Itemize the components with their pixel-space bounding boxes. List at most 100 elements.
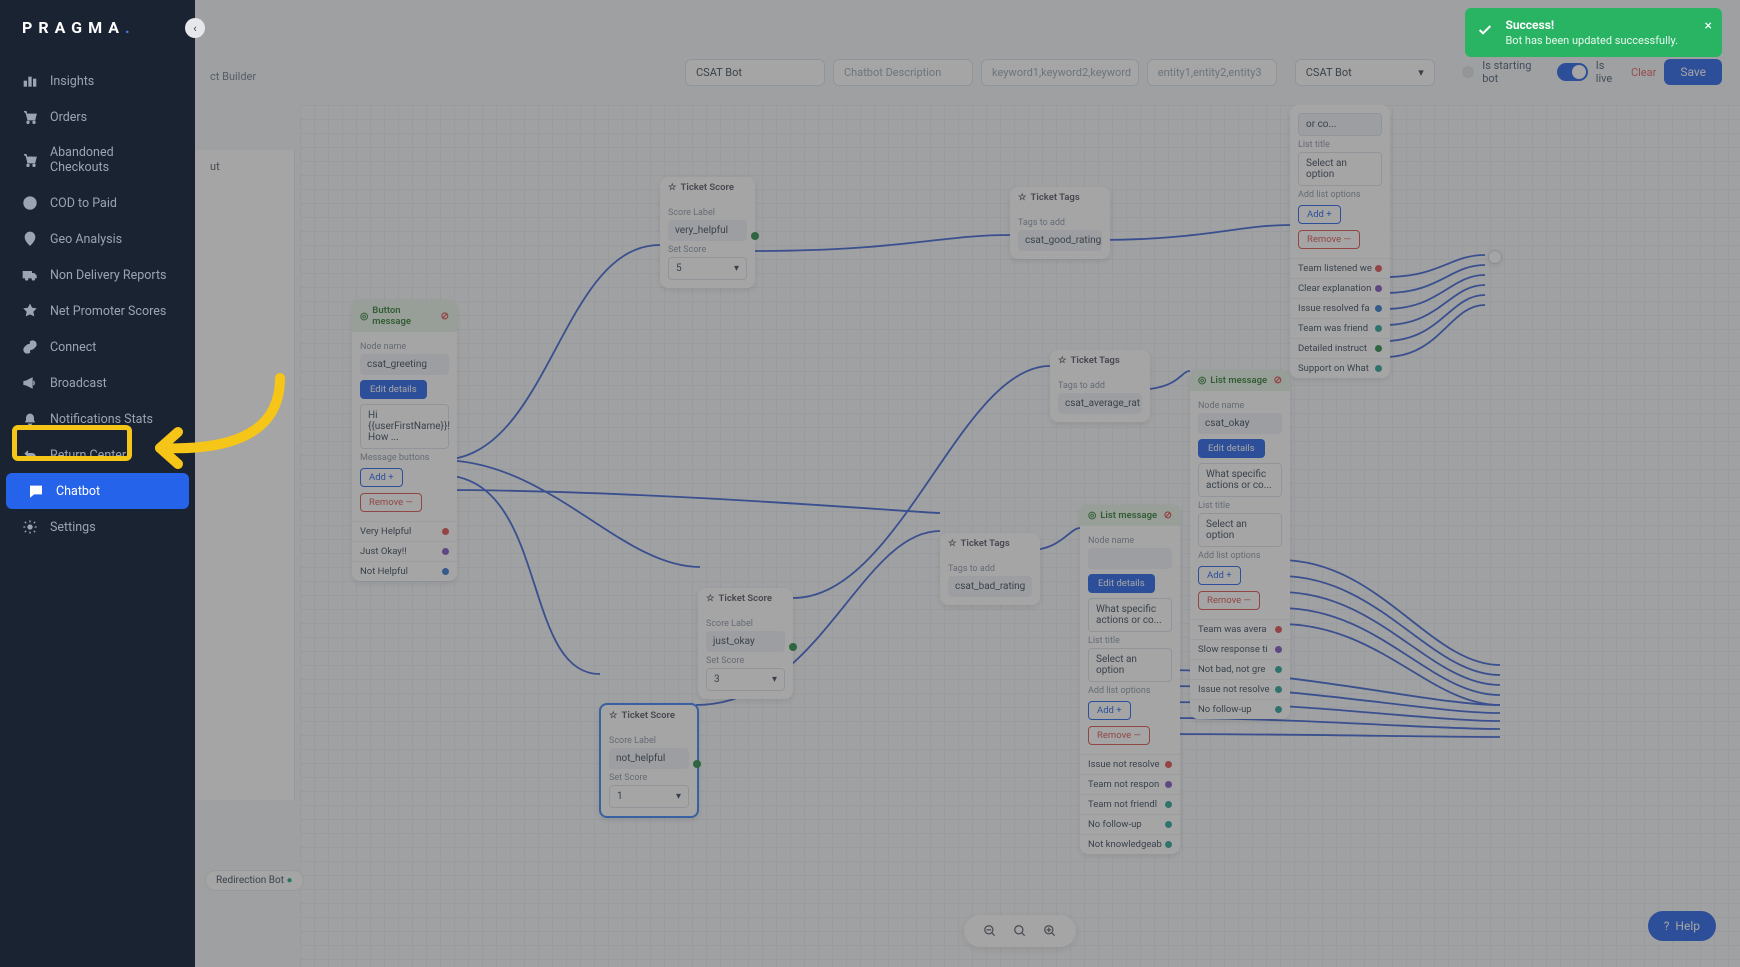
sidebar-item-broadcast[interactable]: Broadcast <box>0 365 195 401</box>
node-list-message[interactable]: ◎ List message ⊘ Node name csat_okay Edi… <box>1190 370 1290 719</box>
sidebar-item-insights[interactable]: Insights <box>0 63 195 99</box>
save-button[interactable]: Save <box>1664 59 1722 85</box>
score-select[interactable]: 1▾ <box>609 785 689 808</box>
entities-input[interactable]: entity1,entity2,entity3 <box>1147 59 1277 86</box>
list-title-select[interactable]: Select an option <box>1198 513 1282 547</box>
output-port[interactable] <box>751 232 759 240</box>
edit-details-button[interactable]: Edit details <box>360 380 427 399</box>
tags-label: Tags to add <box>1018 218 1102 228</box>
option-row[interactable]: Team not friendl <box>1080 794 1180 814</box>
sidebar-item-notifications-stats[interactable]: Notifications Stats <box>0 401 195 437</box>
score-select[interactable]: 3▾ <box>706 668 785 691</box>
main-area: ct Builder CSAT Bot Chatbot Description … <box>0 0 1740 967</box>
option-row[interactable]: Not knowledgeab <box>1080 834 1180 854</box>
set-score-label: Set Score <box>609 773 689 783</box>
node-list-message[interactable]: ◎ List message ⊘ Node name Edit details … <box>1080 505 1180 854</box>
node-ticket-tags[interactable]: ☆ Ticket Tags Tags to add csat_average_r… <box>1050 350 1150 422</box>
sidebar-item-cod-to-paid[interactable]: COD to Paid <box>0 185 195 221</box>
close-icon[interactable]: ⊘ <box>1274 375 1282 386</box>
sidebar-item-label: Net Promoter Scores <box>50 304 166 319</box>
node-header: ◎ List message ⊘ <box>1080 505 1180 526</box>
score-select[interactable]: 5▾ <box>668 257 747 280</box>
remove-button[interactable]: Remove — <box>1198 591 1260 610</box>
toast-close-icon[interactable]: × <box>1705 18 1712 34</box>
zoom-reset-button[interactable] <box>1012 923 1028 939</box>
option-row[interactable]: Very Helpful <box>352 521 457 541</box>
node-name-value: csat_okay <box>1198 413 1282 434</box>
option-row[interactable]: Team listened we <box>1290 258 1390 278</box>
bot-name-input[interactable]: CSAT Bot <box>685 59 825 86</box>
node-button-message[interactable]: ◎ Button message ⊘ Node name csat_greeti… <box>352 300 457 581</box>
check-icon <box>1477 22 1493 38</box>
sidebar-item-net-promoter-scores[interactable]: Net Promoter Scores <box>0 293 195 329</box>
list-title-select[interactable]: Select an option <box>1298 152 1382 186</box>
sidebar-item-abandoned-checkouts[interactable]: Abandoned Checkouts <box>0 135 195 185</box>
option-row[interactable]: Detailed instruct <box>1290 338 1390 358</box>
option-row[interactable]: No follow-up <box>1080 814 1180 834</box>
add-button[interactable]: Add + <box>360 468 403 487</box>
help-button[interactable]: ? Help <box>1648 911 1716 941</box>
option-row[interactable]: Team not respon <box>1080 774 1180 794</box>
option-row[interactable]: Support on What <box>1290 358 1390 378</box>
close-icon[interactable]: ⊘ <box>1164 510 1172 521</box>
close-icon[interactable]: ⊘ <box>441 311 449 322</box>
node-header: ☆ Ticket Score <box>601 705 697 726</box>
message-preview: Hi {{userFirstName}}! How ... <box>360 404 449 449</box>
option-row[interactable]: Clear explanation <box>1290 278 1390 298</box>
option-row[interactable]: Just Okay!! <box>352 541 457 561</box>
zoom-in-button[interactable] <box>1042 923 1058 939</box>
node-header: ☆ Ticket Tags <box>940 533 1040 554</box>
sidebar-item-connect[interactable]: Connect <box>0 329 195 365</box>
option-row[interactable]: Team was avera <box>1190 619 1290 639</box>
option-row[interactable]: Issue resolved fa <box>1290 298 1390 318</box>
bot-select[interactable]: CSAT Bot▾ <box>1295 59 1435 86</box>
remove-button[interactable]: Remove — <box>1298 230 1360 249</box>
bot-list-item[interactable]: Redirection Bot ● <box>205 870 304 891</box>
edit-details-button[interactable]: Edit details <box>1088 574 1155 593</box>
node-header: ◎ List message ⊘ <box>1190 370 1290 391</box>
bot-description-input[interactable]: Chatbot Description <box>833 59 973 86</box>
add-button[interactable]: Add + <box>1298 205 1341 224</box>
list-title-select[interactable]: Select an option <box>1088 648 1172 682</box>
add-button[interactable]: Add + <box>1088 701 1131 720</box>
node-ticket-score[interactable]: ☆ Ticket Score Score Label not_helpful S… <box>599 703 699 818</box>
sidebar-item-settings[interactable]: Settings <box>0 509 195 545</box>
sidebar-item-non-delivery-reports[interactable]: Non Delivery Reports <box>0 257 195 293</box>
sidebar-item-geo-analysis[interactable]: Geo Analysis <box>0 221 195 257</box>
sidebar-item-label: Abandoned Checkouts <box>50 145 173 175</box>
option-row[interactable]: Team was friend <box>1290 318 1390 338</box>
sidebar-item-return-center[interactable]: Return Center <box>0 437 195 473</box>
node-ticket-score[interactable]: ☆ Ticket Score Score Label just_okay Set… <box>698 588 793 699</box>
option-row[interactable]: Not Helpful <box>352 561 457 581</box>
message-buttons-label: Message buttons <box>360 453 449 463</box>
tags-label: Tags to add <box>1058 381 1142 391</box>
node-name-label: Node name <box>360 342 449 352</box>
sidebar-item-label: Chatbot <box>56 484 100 499</box>
node-header: ◎ Button message ⊘ <box>352 300 457 332</box>
add-button[interactable]: Add + <box>1198 566 1241 585</box>
option-row[interactable]: Issue not resolve <box>1190 679 1290 699</box>
starting-bot-toggle[interactable] <box>1557 63 1588 81</box>
remove-button[interactable]: Remove — <box>360 493 422 512</box>
clear-button[interactable]: Clear <box>1631 66 1656 79</box>
keywords-input[interactable]: keyword1,keyword2,keyword <box>981 59 1139 86</box>
option-row[interactable]: Not bad, not gre <box>1190 659 1290 679</box>
option-row[interactable]: Slow response ti <box>1190 639 1290 659</box>
node-ticket-score[interactable]: ☆ Ticket Score Score Label very_helpful … <box>660 177 755 288</box>
flow-canvas[interactable]: ◎ Button message ⊘ Node name csat_greeti… <box>300 105 1740 967</box>
list-title-label: List title <box>1088 636 1172 646</box>
output-port[interactable] <box>693 760 701 768</box>
node-ticket-tags[interactable]: ☆ Ticket Tags Tags to add csat_bad_ratin… <box>940 533 1040 605</box>
sidebar-item-chatbot[interactable]: Chatbot <box>6 473 189 509</box>
node-list-message[interactable]: or co... List title Select an option Add… <box>1290 105 1390 378</box>
option-row[interactable]: Issue not resolve <box>1080 754 1180 774</box>
sidebar-item-orders[interactable]: Orders <box>0 99 195 135</box>
sidebar-collapse-button[interactable]: ‹ <box>185 18 205 38</box>
option-row[interactable]: No follow-up <box>1190 699 1290 719</box>
node-ticket-tags[interactable]: ☆ Ticket Tags Tags to add csat_good_rati… <box>1010 187 1110 259</box>
output-port[interactable] <box>789 643 797 651</box>
zoom-out-button[interactable] <box>982 923 998 939</box>
remove-button[interactable]: Remove — <box>1088 726 1150 745</box>
tag-value: csat_average_rat <box>1058 393 1142 414</box>
edit-details-button[interactable]: Edit details <box>1198 439 1265 458</box>
